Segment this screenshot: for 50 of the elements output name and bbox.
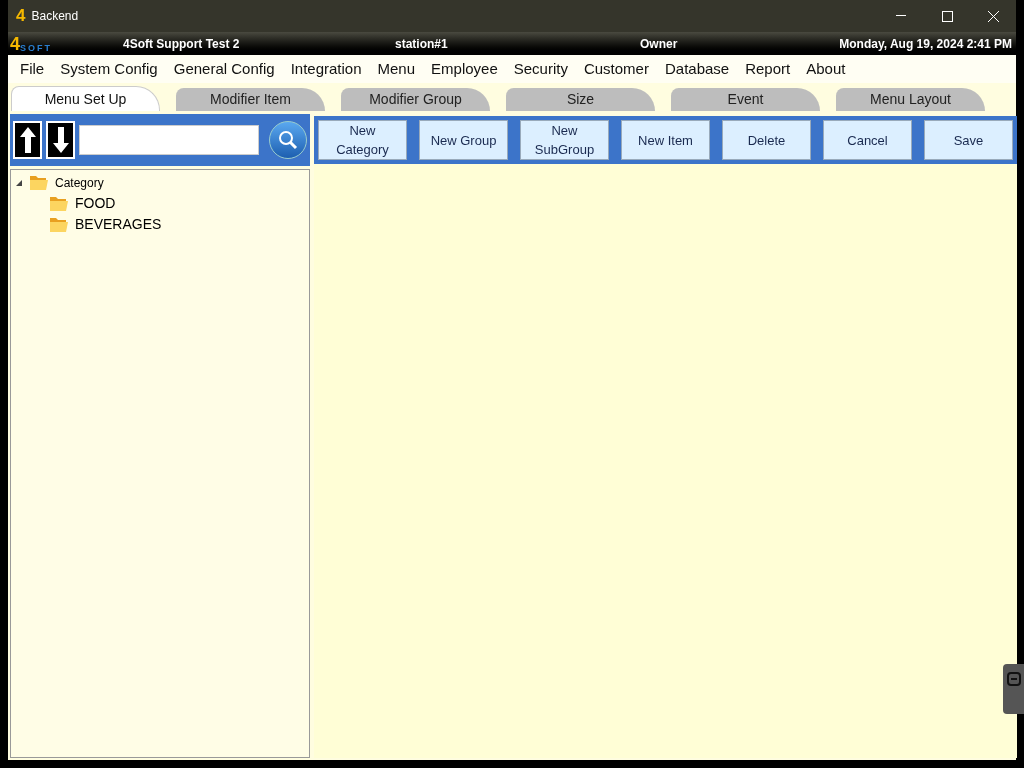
menu-item[interactable]: Security <box>505 57 576 81</box>
tab[interactable]: Modifier Item <box>176 88 325 111</box>
menu-item[interactable]: Integration <box>282 57 370 81</box>
logo: 4SOFT <box>10 34 52 53</box>
window-title: Backend <box>31 8 79 25</box>
expanded-arrow-icon[interactable] <box>15 178 23 187</box>
menu-item[interactable]: Database <box>656 57 738 81</box>
toolbar-button[interactable]: New Category <box>318 120 407 160</box>
toolbar-button[interactable]: New Item <box>621 120 710 160</box>
menu-item[interactable]: Menu <box>369 57 424 81</box>
down-arrow-icon <box>51 126 70 154</box>
move-down-button[interactable] <box>46 121 75 159</box>
search-field[interactable] <box>79 125 259 155</box>
toolbar-button[interactable]: Delete <box>722 120 811 160</box>
folder-icon <box>49 216 69 233</box>
minimize-icon <box>896 15 906 17</box>
search-icon <box>278 130 298 150</box>
maximize-icon <box>941 10 953 22</box>
tree-item[interactable]: FOOD <box>75 193 116 214</box>
station-name: station#1 <box>395 35 448 53</box>
toolbar-button[interactable]: Cancel <box>823 120 912 160</box>
menu-item[interactable]: File <box>12 57 53 81</box>
store-name: 4Soft Support Test 2 <box>123 35 240 53</box>
menu-item[interactable]: Customer <box>575 57 657 81</box>
tab[interactable]: Modifier Group <box>341 88 490 111</box>
menu-item[interactable]: Employee <box>423 57 506 81</box>
remote-icon <box>1007 672 1021 686</box>
tab[interactable]: Event <box>671 88 820 111</box>
up-arrow-icon <box>18 126 37 154</box>
toolbar-button[interactable]: Save <box>924 120 1013 160</box>
move-up-button[interactable] <box>13 121 42 159</box>
tab[interactable]: Menu Set Up <box>11 86 160 111</box>
tree-item[interactable]: Category <box>55 173 104 192</box>
toolbar-button[interactable]: New Group <box>419 120 508 160</box>
date-time: Monday, Aug 19, 2024 2:41 PM <box>839 35 1012 53</box>
menu-item[interactable]: Report <box>737 57 799 81</box>
menu-item[interactable]: About <box>798 57 854 81</box>
menu-item[interactable]: General Config <box>165 57 283 81</box>
folder-icon <box>49 195 69 212</box>
tab[interactable]: Menu Layout <box>836 88 985 111</box>
menu-item[interactable]: System Config <box>52 57 166 81</box>
close-icon <box>987 10 999 22</box>
side-panel-tab[interactable] <box>1003 664 1024 714</box>
user-name: Owner <box>640 35 678 53</box>
folder-icon <box>29 174 49 191</box>
tab[interactable]: Size <box>506 88 655 111</box>
tree-item[interactable]: BEVERAGES <box>75 214 162 235</box>
search-button[interactable] <box>269 121 307 159</box>
app-icon: 4 <box>16 3 26 29</box>
toolbar-button[interactable]: New SubGroup <box>520 120 609 160</box>
